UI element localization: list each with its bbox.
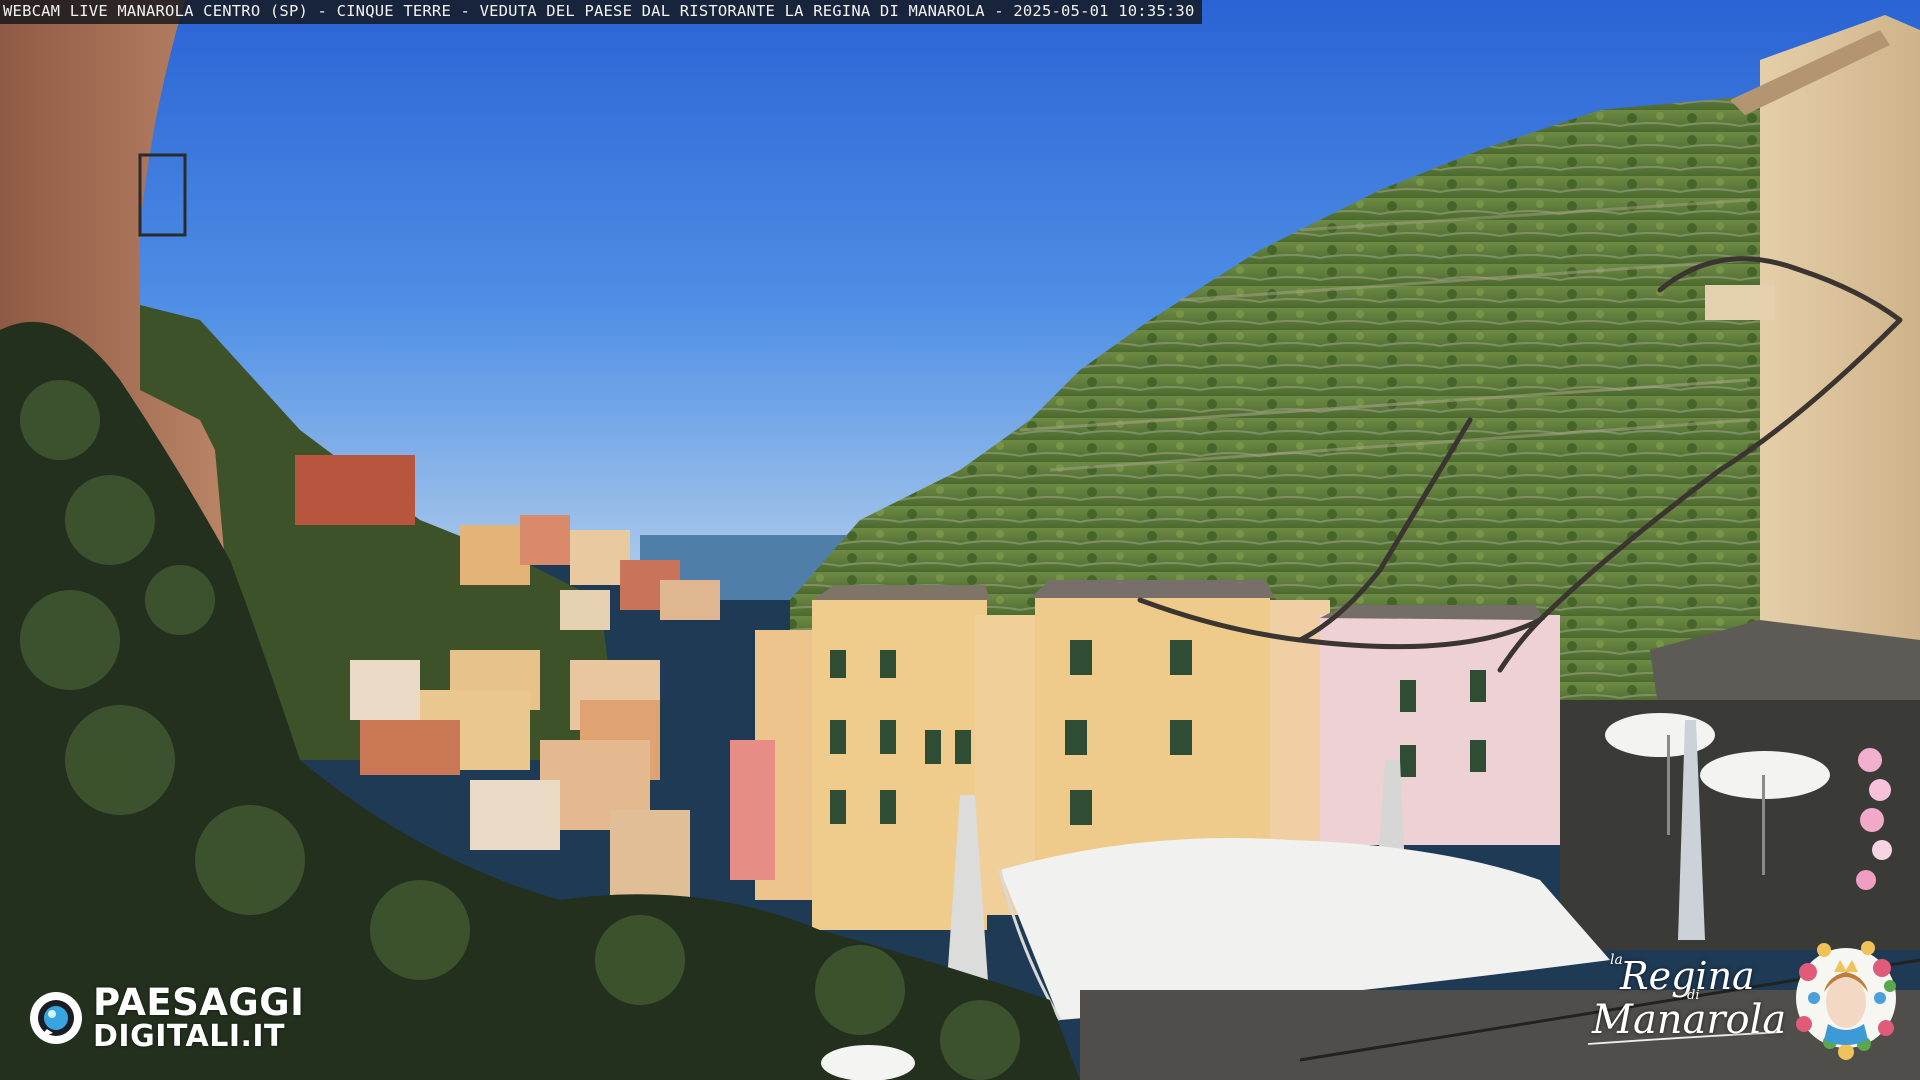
logo-word-manarola: Manarola — [1592, 997, 1787, 1043]
camera-lens-icon — [30, 992, 82, 1044]
paesaggi-digitali-logo: PAESAGGI DIGITALI.IT — [27, 984, 304, 1052]
queen-portrait-icon — [1796, 941, 1896, 1060]
logo-word-paesaggi: PAESAGGI — [93, 981, 305, 1024]
logo-word-digitali: DIGITALI.IT — [93, 1019, 286, 1054]
parasol-1 — [1605, 713, 1715, 757]
regina-di-manarola-logo: la Regina di Manarola — [1582, 952, 1788, 1052]
webcam-scene — [0, 0, 1920, 1080]
timestamp-caption-bar: WEBCAM LIVE MANAROLA CENTRO (SP) - CINQU… — [0, 0, 1203, 24]
right-building-wall — [1760, 15, 1920, 680]
caption-text: WEBCAM LIVE MANAROLA CENTRO (SP) - CINQU… — [3, 2, 1195, 20]
lamp-globe — [821, 1045, 915, 1080]
